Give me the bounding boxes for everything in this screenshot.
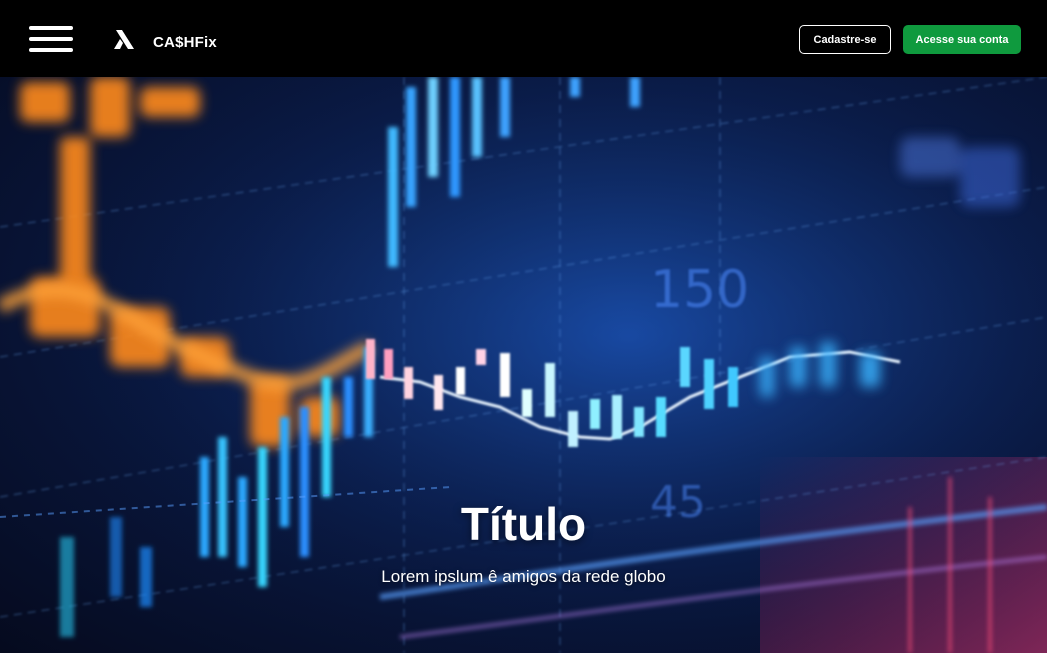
top-navigation-bar: CA$HFix Cadastre-se Acesse sua conta [0,0,1047,77]
menu-bar-middle [29,37,73,41]
login-button[interactable]: Acesse sua conta [903,25,1021,54]
menu-bar-top [29,26,73,30]
background-number-150: 150 [650,260,749,320]
menu-bar-bottom [29,48,73,52]
brand-name[interactable]: CA$HFix [153,34,217,51]
signup-button[interactable]: Cadastre-se [799,25,891,54]
hero-section: 150 45 Título Lorem ipslum ê amigos da r… [0,77,1047,653]
hamburger-menu-icon[interactable] [29,26,73,52]
hero-subtitle: Lorem ipslum ê amigos da rede globo [381,567,666,586]
brand-logo-icon[interactable] [113,28,135,50]
hero-title: Título [460,498,587,550]
